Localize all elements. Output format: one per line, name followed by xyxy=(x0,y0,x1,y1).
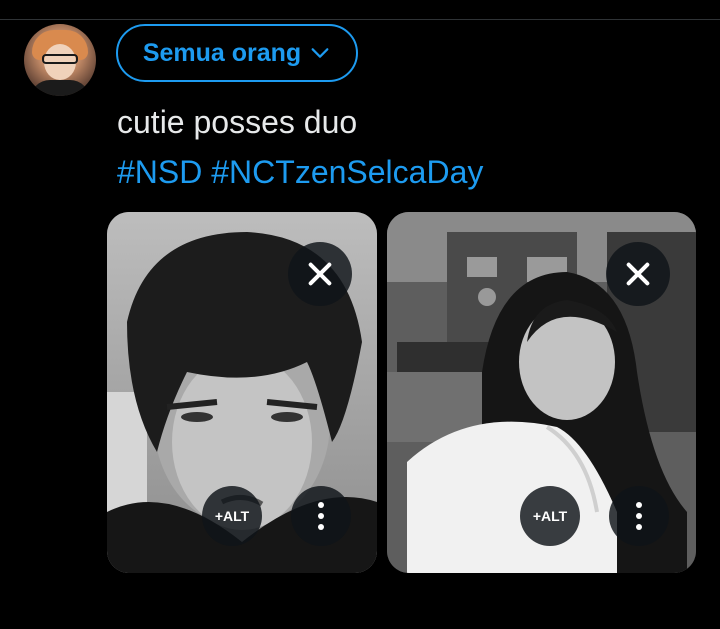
compose-screen: Semua orang cutie posses duo #NSD #NCTze… xyxy=(0,0,720,629)
add-alt-text-button[interactable]: +ALT xyxy=(520,486,580,546)
tweet-text[interactable]: cutie posses duo xyxy=(117,100,357,144)
hashtag-line: #NSD #NCTzenSelcaDay xyxy=(117,150,483,194)
hashtag-link[interactable]: #NSD xyxy=(117,154,202,190)
media-more-button[interactable] xyxy=(291,486,351,546)
avatar-shirt xyxy=(30,80,90,96)
more-vertical-icon xyxy=(318,502,324,530)
more-vertical-icon xyxy=(636,502,642,530)
remove-media-button[interactable] xyxy=(606,242,670,306)
media-attachment[interactable]: +ALT xyxy=(387,212,696,573)
close-icon xyxy=(626,262,650,286)
remove-media-button[interactable] xyxy=(288,242,352,306)
add-alt-text-button[interactable]: +ALT xyxy=(202,486,262,546)
avatar[interactable] xyxy=(24,24,96,96)
avatar-glasses xyxy=(42,54,78,64)
audience-selector-button[interactable]: Semua orang xyxy=(116,24,358,82)
chevron-down-icon xyxy=(311,48,329,58)
close-icon xyxy=(308,262,332,286)
media-more-button[interactable] xyxy=(609,486,669,546)
hashtag-link[interactable]: #NCTzenSelcaDay xyxy=(211,154,483,190)
media-attachment[interactable]: +ALT xyxy=(107,212,377,573)
divider xyxy=(0,19,720,20)
audience-label: Semua orang xyxy=(142,38,302,67)
